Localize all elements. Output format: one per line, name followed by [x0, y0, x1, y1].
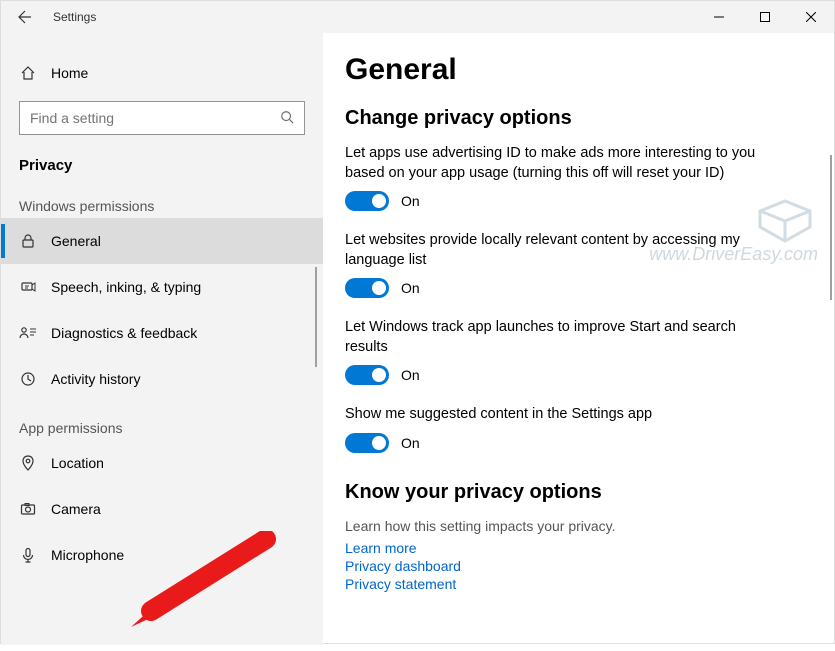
- page-title: General: [345, 53, 814, 87]
- toggle-track-launches[interactable]: [345, 365, 389, 385]
- sidebar-item-label: Activity history: [51, 371, 140, 387]
- content-pane: www.DriverEasy.com General Change privac…: [323, 33, 834, 645]
- link-privacy-statement[interactable]: Privacy statement: [345, 576, 456, 592]
- home-nav[interactable]: Home: [1, 53, 323, 93]
- toggle-lang-list[interactable]: [345, 278, 389, 298]
- content-scrollbar[interactable]: [830, 155, 832, 300]
- camera-icon: [19, 500, 37, 518]
- toggle-state: On: [401, 367, 420, 383]
- sidebar-item-diagnostics[interactable]: Diagnostics & feedback: [1, 310, 323, 356]
- option-suggested-content: Show me suggested content in the Setting…: [345, 405, 814, 453]
- activity-icon: [19, 370, 37, 388]
- toggle-advertising-id[interactable]: [345, 191, 389, 211]
- group-app-permissions: App permissions: [1, 402, 323, 440]
- sidebar-section-title: Privacy: [1, 147, 323, 180]
- sidebar-item-camera[interactable]: Camera: [1, 486, 323, 532]
- toggle-state: On: [401, 435, 420, 451]
- home-icon: [19, 64, 37, 82]
- search-icon: [280, 110, 294, 127]
- option-advertising-id: Let apps use advertising ID to make ads …: [345, 144, 814, 211]
- minimize-icon: [714, 12, 724, 22]
- home-label: Home: [51, 65, 88, 81]
- sidebar-item-label: Microphone: [51, 547, 124, 563]
- sidebar-item-label: Speech, inking, & typing: [51, 279, 201, 295]
- minimize-button[interactable]: [696, 1, 742, 33]
- sidebar: Home Privacy Windows permissions General…: [1, 33, 323, 645]
- option-text: Let websites provide locally relevant co…: [345, 231, 775, 270]
- window-title: Settings: [49, 10, 96, 24]
- sidebar-item-label: Camera: [51, 501, 101, 517]
- link-privacy-dashboard[interactable]: Privacy dashboard: [345, 558, 461, 574]
- back-arrow-icon: [17, 9, 33, 25]
- search-input[interactable]: [30, 110, 280, 126]
- link-learn-more[interactable]: Learn more: [345, 540, 417, 556]
- sidebar-item-label: Diagnostics & feedback: [51, 325, 197, 341]
- option-track-launches: Let Windows track app launches to improv…: [345, 318, 814, 385]
- sidebar-item-activity[interactable]: Activity history: [1, 356, 323, 402]
- sidebar-item-location[interactable]: Location: [1, 440, 323, 486]
- option-text: Let Windows track app launches to improv…: [345, 318, 775, 357]
- section-change-privacy: Change privacy options: [345, 107, 814, 130]
- location-icon: [19, 454, 37, 472]
- toggle-state: On: [401, 193, 420, 209]
- toggle-state: On: [401, 280, 420, 296]
- sidebar-item-label: General: [51, 233, 101, 249]
- feedback-icon: [19, 324, 37, 342]
- titlebar: Settings: [1, 1, 834, 33]
- know-privacy-desc: Learn how this setting impacts your priv…: [345, 518, 814, 534]
- back-button[interactable]: [1, 1, 49, 33]
- sidebar-item-general[interactable]: General: [1, 218, 323, 264]
- close-button[interactable]: [788, 1, 834, 33]
- group-windows-permissions: Windows permissions: [1, 180, 323, 218]
- close-icon: [806, 12, 816, 22]
- option-text: Show me suggested content in the Setting…: [345, 405, 775, 425]
- sidebar-scrollbar[interactable]: [315, 267, 317, 367]
- window-controls: [696, 1, 834, 33]
- maximize-button[interactable]: [742, 1, 788, 33]
- toggle-suggested-content[interactable]: [345, 433, 389, 453]
- maximize-icon: [760, 12, 770, 22]
- microphone-icon: [19, 546, 37, 564]
- option-lang-list: Let websites provide locally relevant co…: [345, 231, 814, 298]
- search-box[interactable]: [19, 101, 305, 135]
- speech-icon: [19, 278, 37, 296]
- sidebar-item-label: Location: [51, 455, 104, 471]
- sidebar-item-speech[interactable]: Speech, inking, & typing: [1, 264, 323, 310]
- lock-icon: [19, 232, 37, 250]
- sidebar-item-microphone[interactable]: Microphone: [1, 532, 323, 578]
- section-know-privacy: Know your privacy options: [345, 481, 814, 504]
- main-layout: Home Privacy Windows permissions General…: [1, 33, 834, 645]
- option-text: Let apps use advertising ID to make ads …: [345, 144, 775, 183]
